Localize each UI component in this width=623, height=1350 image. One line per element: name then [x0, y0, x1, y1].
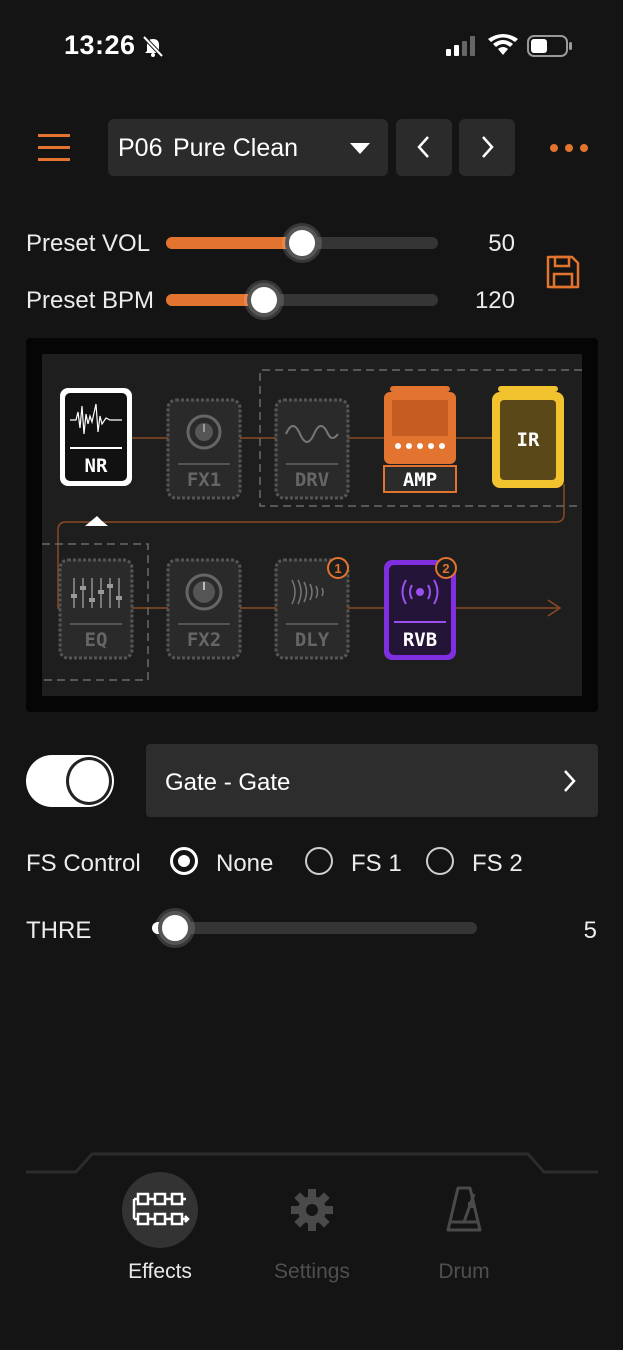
amp-head-icon: [392, 400, 448, 436]
cellular-signal-icon: [446, 36, 478, 61]
tab-effects[interactable]: Effects: [100, 1172, 220, 1292]
fx-label-eq: EQ: [85, 629, 108, 651]
param-label-thre: THRE: [26, 917, 92, 944]
battery-icon: [527, 35, 573, 62]
more-options-icon[interactable]: [545, 138, 593, 158]
radio-unchecked-icon: [426, 847, 454, 875]
fx-block-dly[interactable]: DLY 1: [274, 557, 350, 660]
fx-label-dly: DLY: [295, 629, 330, 651]
status-bar: 13:26: [0, 0, 623, 92]
chevron-right-icon: [482, 136, 494, 158]
gear-icon: [274, 1172, 350, 1248]
metronome-icon: [426, 1172, 502, 1248]
preset-vol-slider[interactable]: [166, 226, 438, 260]
effect-enable-toggle[interactable]: [26, 755, 114, 807]
preset-number: P06: [118, 134, 163, 162]
order-badge: 2: [435, 557, 457, 579]
preset-bpm-thumb[interactable]: [247, 283, 281, 317]
fs-option-label: None: [216, 850, 274, 877]
previous-preset-button[interactable]: [396, 119, 452, 176]
hamburger-menu-icon[interactable]: [36, 132, 72, 164]
preset-name: Pure Clean: [173, 134, 299, 162]
radio-unchecked-icon: [305, 847, 333, 875]
status-time: 13:26: [64, 30, 136, 60]
fs-control-label: FS Control: [26, 850, 141, 877]
fs-option-fs2[interactable]: FS 2: [426, 845, 526, 879]
fx-label-amp: AMP: [403, 469, 437, 491]
radio-checked-icon: [170, 847, 198, 875]
effects-chain-icon: [122, 1172, 198, 1248]
tab-label: Effects: [128, 1260, 192, 1283]
signal-chain-canvas: NR FX1 DRV AMP IR EQ FX2 DLY 1 RVB 2: [42, 354, 582, 696]
preset-bpm-value: 120: [474, 287, 515, 314]
preset-bpm-label: Preset BPM: [26, 287, 155, 314]
signal-chain-panel: NR FX1 DRV AMP IR EQ FX2 DLY 1 RVB 2: [26, 338, 598, 712]
tab-label: Settings: [274, 1260, 350, 1283]
wifi-icon: [488, 34, 518, 61]
caret-down-icon: [350, 142, 370, 160]
preset-vol-thumb[interactable]: [285, 226, 319, 260]
preset-vol-label: Preset VOL: [26, 230, 151, 257]
fs-option-fs1[interactable]: FS 1: [305, 845, 405, 879]
preset-vol-fill: [166, 237, 302, 249]
save-preset-icon[interactable]: [544, 253, 582, 291]
fx-block-drv[interactable]: DRV: [274, 398, 350, 500]
toggle-knob: [66, 757, 112, 805]
svg-text:1: 1: [334, 561, 341, 576]
fx-label-drv: DRV: [295, 469, 329, 491]
tab-drum[interactable]: Drum: [404, 1172, 524, 1292]
fx-label-fx2: FX2: [187, 629, 221, 651]
bell-muted-icon: [141, 34, 165, 63]
fx-block-fx1[interactable]: FX1: [166, 398, 242, 500]
fs-option-none[interactable]: None: [170, 845, 280, 879]
param-value-thre: 5: [583, 917, 597, 944]
tab-label: Drum: [438, 1260, 490, 1283]
chevron-left-icon: [417, 136, 429, 158]
order-badge: 1: [327, 557, 349, 579]
fx-label-fx1: FX1: [187, 469, 221, 491]
fs-option-label: FS 2: [472, 850, 523, 877]
selection-marker-icon: [85, 516, 108, 526]
tab-settings[interactable]: Settings: [252, 1172, 372, 1292]
fx-block-nr[interactable]: NR: [60, 388, 132, 526]
effect-model-select[interactable]: Gate - Gate: [146, 744, 598, 817]
effect-model-label: Gate - Gate: [165, 769, 291, 796]
chevron-right-icon: [562, 769, 576, 798]
preset-vol-value: 50: [488, 230, 515, 257]
fx-label-nr: NR: [85, 455, 108, 477]
preset-dropdown[interactable]: P06 Pure Clean: [108, 119, 388, 176]
preset-bpm-slider[interactable]: [166, 283, 438, 317]
fx-label-ir: IR: [517, 429, 540, 451]
next-preset-button[interactable]: [459, 119, 515, 176]
fs-option-label: FS 1: [351, 850, 402, 877]
fx-block-ir[interactable]: IR: [492, 386, 564, 488]
fx-label-rvb: RVB: [403, 629, 437, 651]
fx-block-eq[interactable]: EQ: [58, 558, 134, 660]
fx-block-fx2[interactable]: FX2: [166, 558, 242, 660]
fx-block-amp[interactable]: AMP: [383, 386, 457, 493]
param-slider-thumb[interactable]: [158, 911, 192, 945]
fx-block-rvb[interactable]: RVB 2: [384, 557, 457, 660]
svg-text:2: 2: [442, 561, 449, 576]
param-slider-thre[interactable]: [152, 911, 477, 945]
